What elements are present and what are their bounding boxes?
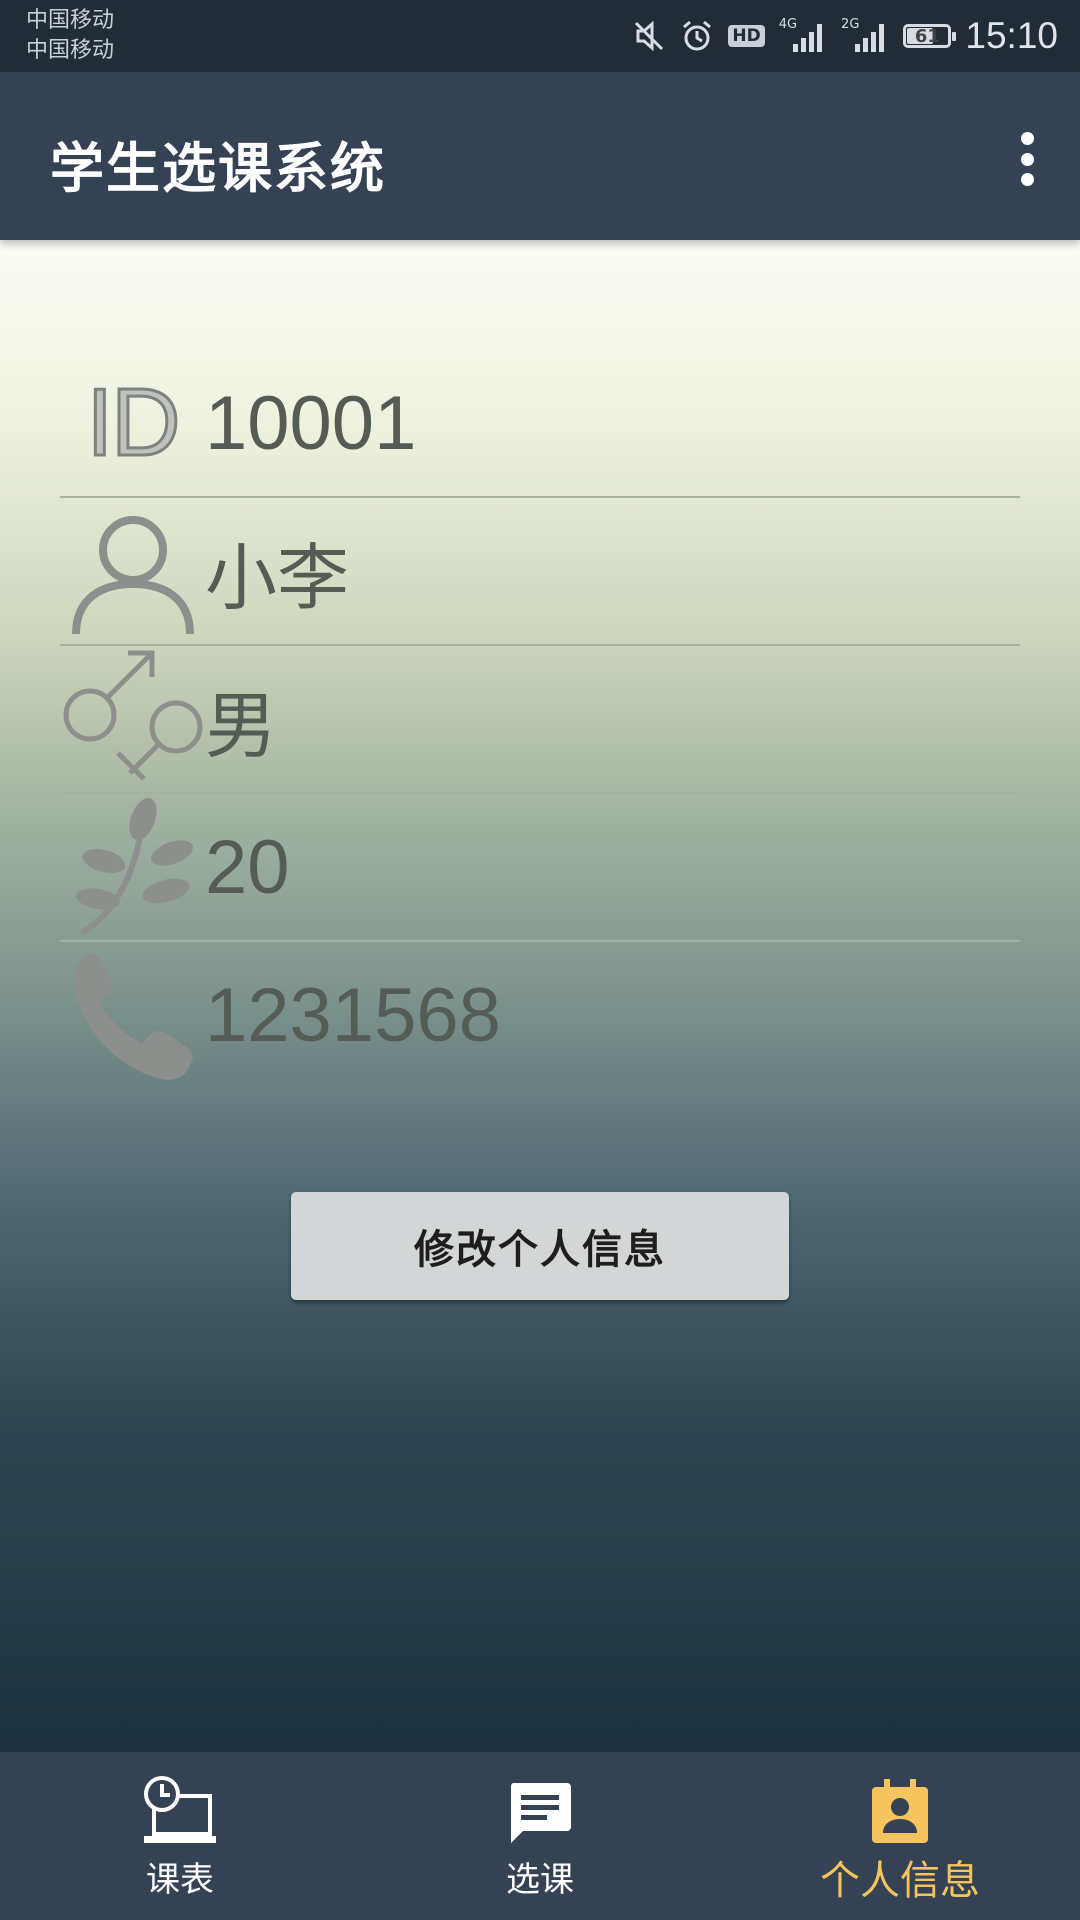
student-id: 10001 — [205, 380, 417, 466]
profile-row-gender: 男 — [60, 646, 1020, 794]
app-bar: 学生选课系统 — [0, 72, 1080, 240]
student-phone: 1231568 — [205, 972, 501, 1058]
student-age: 20 — [205, 824, 290, 910]
mute-icon — [632, 19, 666, 53]
phone-icon — [60, 948, 205, 1083]
student-gender: 男 — [205, 683, 278, 768]
carrier-2: 中国移动 — [26, 38, 115, 63]
signal-4g-icon: 4G — [778, 16, 827, 52]
message-icon — [507, 1774, 573, 1850]
bottom-navigation: 课表 选课 个人信息 — [0, 1752, 1080, 1920]
profile-content: ID 10001 小李 男 20 1231568 修改个人信息 — [0, 240, 1080, 1752]
student-name: 小李 — [205, 535, 350, 620]
net-label-1: 4G — [778, 16, 798, 32]
profile-row-phone: 1231568 — [60, 942, 1020, 1088]
net-label-2: 2G — [841, 16, 860, 32]
carrier-info: 中国移动 中国移动 — [26, 6, 114, 66]
profile-row-age: 20 — [60, 794, 1020, 942]
nav-label-schedule: 课表 — [146, 1860, 214, 1900]
id-icon: ID — [85, 368, 182, 478]
signal-2g-icon: 2G — [841, 16, 889, 52]
status-bar: 中国移动 中国移动 HD 4G 2G 61 15:10 — [0, 0, 1080, 72]
edit-profile-button[interactable]: 修改个人信息 — [291, 1192, 789, 1300]
more-vert-icon[interactable] — [1018, 132, 1036, 186]
status-icons: HD 4G 2G 61 15:10 — [632, 10, 1058, 62]
profile-row-id: ID 10001 — [60, 350, 1020, 498]
nav-label-profile: 个人信息 — [820, 1858, 980, 1904]
person-icon — [60, 504, 205, 639]
battery-level: 61 — [914, 25, 940, 47]
profile-row-name: 小李 — [60, 498, 1020, 646]
clock: 15:10 — [965, 15, 1058, 56]
nav-label-course-select: 选课 — [506, 1860, 574, 1900]
nav-item-course-select[interactable]: 选课 — [360, 1752, 720, 1920]
contact-card-icon — [870, 1774, 930, 1850]
alarm-icon — [680, 19, 714, 53]
schedule-icon — [140, 1774, 220, 1850]
carrier-1: 中国移动 — [26, 8, 115, 33]
gender-icon — [60, 650, 205, 787]
nav-item-profile[interactable]: 个人信息 — [720, 1752, 1080, 1920]
sprout-icon — [60, 797, 205, 936]
battery-icon: 61 — [903, 24, 957, 48]
nav-item-schedule[interactable]: 课表 — [0, 1752, 360, 1920]
app-title: 学生选课系统 — [50, 137, 386, 200]
profile-list: ID 10001 小李 男 20 1231568 — [60, 350, 1020, 1088]
hd-icon: HD — [728, 25, 765, 47]
